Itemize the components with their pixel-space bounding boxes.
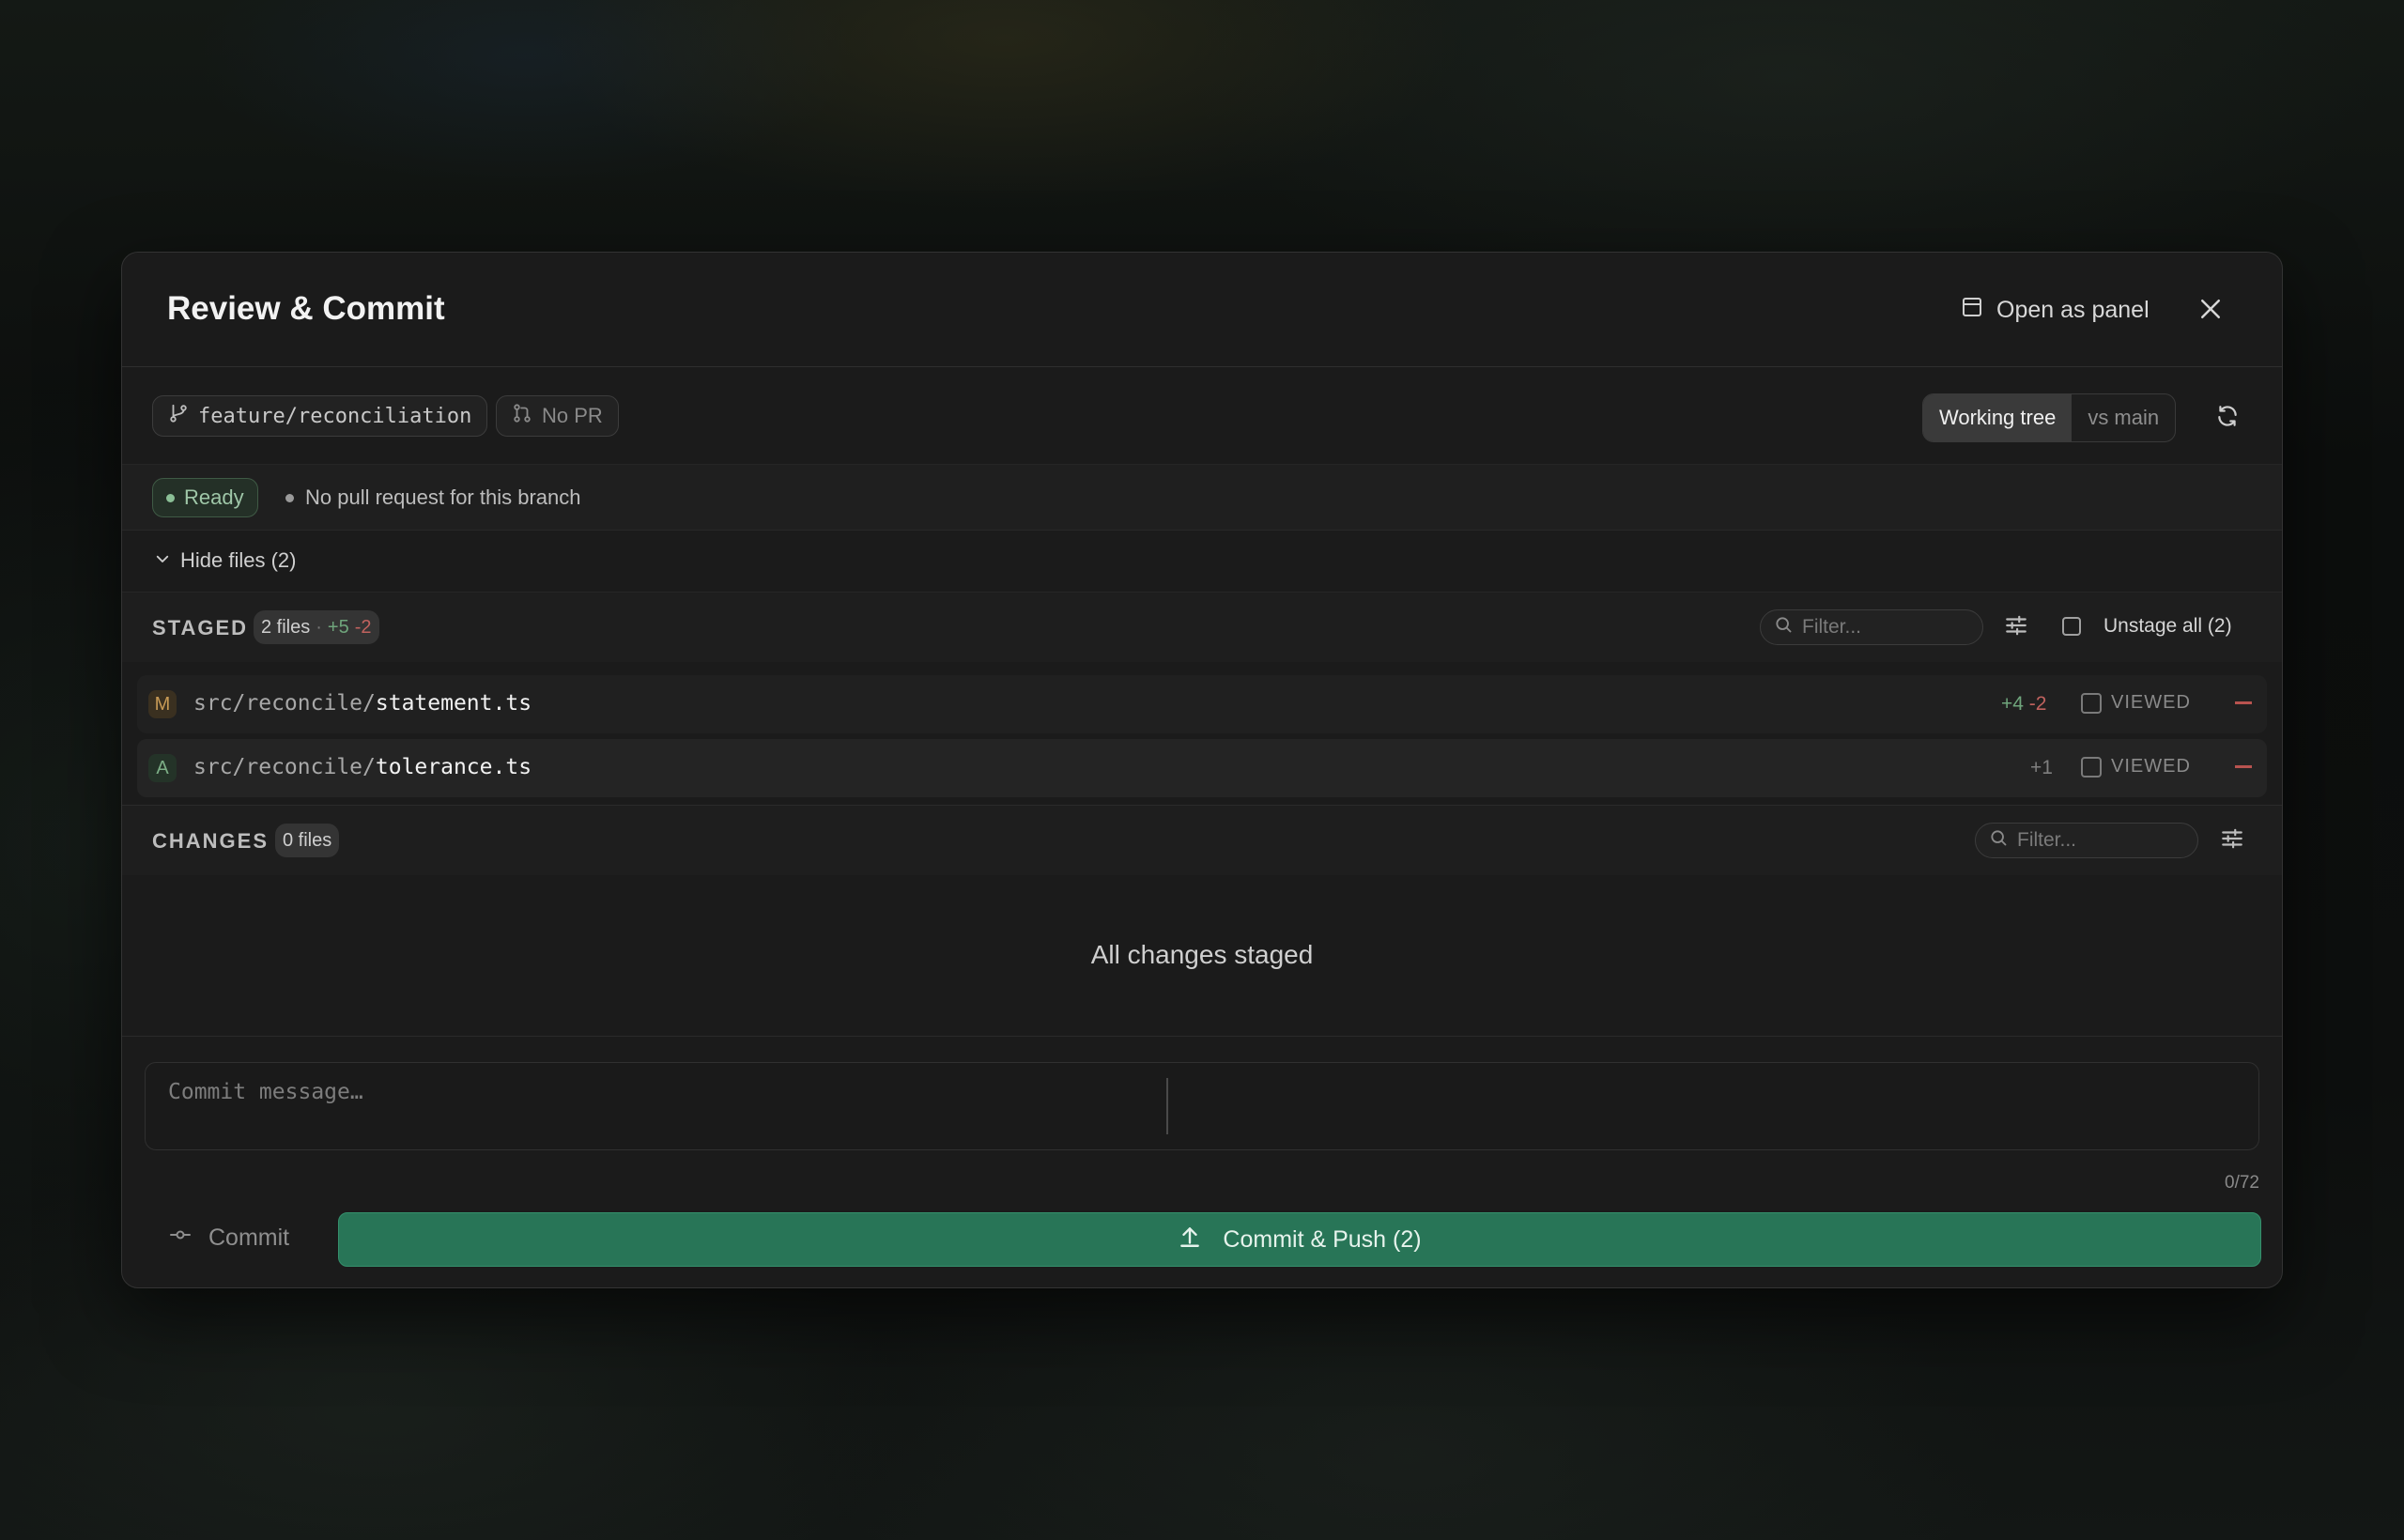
unstage-all-checkbox[interactable]	[2062, 617, 2081, 636]
staged-file-row[interactable]: A src/reconcile/tolerance.ts +1 VIEWED	[137, 739, 2267, 797]
staged-additions: +5	[327, 616, 349, 638]
changes-filter-input[interactable]: Filter...	[1975, 823, 2198, 858]
open-as-panel-button[interactable]: Open as panel	[1961, 296, 2150, 325]
dialog-title: Review & Commit	[167, 290, 445, 327]
file-path: src/reconcile/tolerance.ts	[193, 755, 532, 779]
staged-separator: ·	[316, 616, 322, 638]
unstage-file-button[interactable]	[2235, 701, 2252, 704]
changes-empty-state: All changes staged	[122, 880, 2282, 1037]
sliders-icon	[2004, 613, 2028, 642]
mode-working-tree[interactable]: Working tree	[1923, 394, 2073, 441]
close-icon	[2196, 295, 2225, 328]
file-path: src/reconcile/statement.ts	[193, 691, 532, 716]
file-status-badge: A	[148, 754, 177, 782]
staged-filter-placeholder: Filter...	[1802, 616, 1862, 638]
search-icon	[1774, 615, 1793, 639]
open-as-panel-label: Open as panel	[1996, 297, 2150, 323]
chevron-down-icon	[154, 548, 171, 573]
staged-section-header: STAGED 2 files · +5 -2 Filter... Unstage…	[122, 593, 2282, 662]
char-count: 0/72	[2225, 1173, 2259, 1193]
commit-push-button[interactable]: Commit & Push (2)	[338, 1212, 2261, 1267]
upload-icon	[1178, 1224, 1202, 1255]
commit-label: Commit	[208, 1224, 290, 1251]
changes-count-badge: 0 files	[275, 824, 340, 857]
unstage-file-button[interactable]	[2235, 765, 2252, 768]
commit-push-label: Commit & Push (2)	[1223, 1225, 1422, 1253]
pr-status-note: No pull request for this branch	[285, 485, 581, 510]
commit-message-box	[145, 1062, 2259, 1150]
pull-request-icon	[512, 403, 532, 429]
file-dir: src/reconcile/	[193, 755, 376, 779]
staged-file-row[interactable]: M src/reconcile/statement.ts +4 -2 VIEWE…	[137, 675, 2267, 733]
staged-sort-button[interactable]	[2002, 613, 2030, 641]
pr-label: No PR	[542, 404, 603, 427]
empty-message: All changes staged	[1090, 940, 1314, 969]
viewed-toggle[interactable]: VIEWED	[2081, 756, 2191, 778]
sliders-icon	[2220, 826, 2244, 855]
changes-filter-placeholder: Filter...	[2017, 829, 2077, 851]
viewed-label: VIEWED	[2111, 756, 2191, 777]
file-stats: +4 -2	[2001, 693, 2046, 716]
commit-icon	[169, 1224, 192, 1253]
dialog-header: Review & Commit Open as panel	[122, 253, 2282, 367]
changes-count: 0 files	[283, 829, 332, 851]
file-additions: +4	[2001, 693, 2024, 715]
pr-status-text: No pull request for this branch	[305, 485, 581, 509]
file-name: statement.ts	[375, 691, 532, 716]
status-bar: Ready No pull request for this branch	[122, 465, 2282, 531]
refresh-button[interactable]	[2212, 403, 2242, 433]
staged-count-badge: 2 files · +5 -2	[254, 610, 379, 644]
staged-label: STAGED	[152, 616, 249, 639]
unstage-all-label: Unstage all (2)	[2104, 615, 2232, 637]
note-dot	[285, 493, 294, 502]
viewed-checkbox[interactable]	[2081, 756, 2102, 778]
branch-bar: feature/reconciliation No PR Working tre…	[122, 367, 2282, 465]
files-toggle-row: Hide files (2)	[122, 531, 2282, 593]
panel-icon	[1961, 296, 1983, 325]
file-stats: +1	[2030, 757, 2053, 779]
branch-pill[interactable]: feature/reconciliation	[152, 395, 488, 437]
branch-name: feature/reconciliation	[198, 404, 472, 428]
viewed-checkbox[interactable]	[2081, 692, 2102, 714]
commit-button[interactable]: Commit	[169, 1224, 289, 1253]
pr-pill[interactable]: No PR	[496, 395, 619, 437]
ready-label: Ready	[184, 485, 244, 509]
refresh-icon	[2215, 404, 2240, 433]
ready-badge: Ready	[152, 478, 258, 517]
changes-label: CHANGES	[152, 829, 270, 853]
staged-filter-input[interactable]: Filter...	[1760, 609, 1983, 645]
unstage-all-button[interactable]: Unstage all (2)	[2062, 615, 2232, 638]
file-dir: src/reconcile/	[193, 691, 376, 716]
mode-vs-main[interactable]: vs main	[2072, 394, 2175, 441]
file-status-badge: M	[148, 690, 177, 718]
file-deletions: -2	[2028, 693, 2047, 715]
review-commit-dialog: Review & Commit Open as panel feature/re…	[121, 252, 2283, 1288]
text-cursor	[1166, 1078, 1168, 1134]
changes-section-header: CHANGES 0 files Filter...	[122, 806, 2282, 875]
search-icon	[1989, 828, 2008, 853]
compare-mode-toggle: Working tree vs main	[1922, 393, 2177, 442]
viewed-toggle[interactable]: VIEWED	[2081, 692, 2191, 714]
ready-dot	[166, 493, 175, 502]
close-button[interactable]	[2194, 294, 2227, 328]
commit-message-input[interactable]	[146, 1063, 1113, 1149]
viewed-label: VIEWED	[2111, 692, 2191, 713]
staged-deletions: -2	[354, 616, 372, 638]
file-name: tolerance.ts	[375, 755, 532, 779]
hide-files-label: Hide files (2)	[180, 548, 297, 572]
file-additions: +1	[2030, 757, 2053, 778]
branch-icon	[168, 403, 189, 429]
staged-count: 2 files	[261, 616, 311, 638]
hide-files-button[interactable]: Hide files (2)	[154, 548, 296, 573]
changes-sort-button[interactable]	[2218, 826, 2246, 855]
